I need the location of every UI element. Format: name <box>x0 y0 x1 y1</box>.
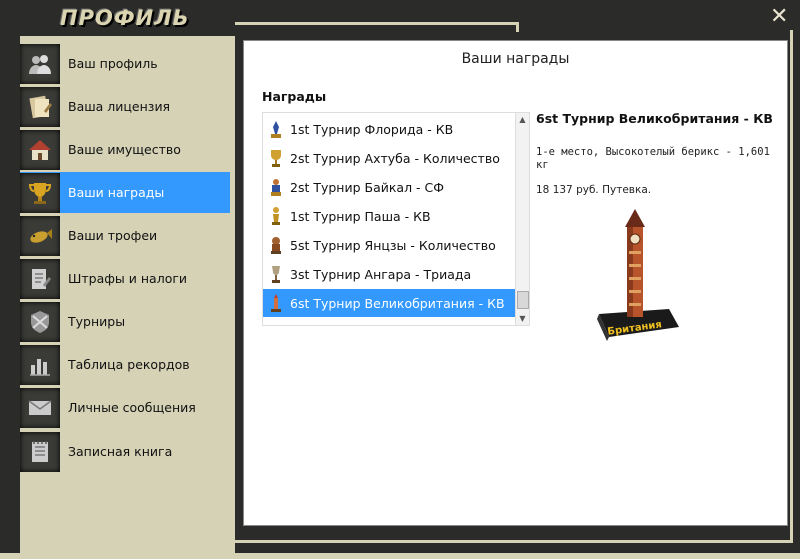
awards-header: Награды <box>262 89 327 104</box>
chart-icon <box>20 344 60 385</box>
frame-line-notch <box>516 22 519 32</box>
profile-window: ПРОФИЛЬ ✕ Ваш профиль Ваша лицензия Ваше… <box>0 0 800 559</box>
goblet-icon <box>272 266 280 283</box>
award-item[interactable]: 2st Турнир Байкал - СФ <box>263 173 516 201</box>
awards-list[interactable]: 1st Турнир Флорида - КВ 2st Турнир Ахтуб… <box>262 112 530 326</box>
award-badge-icon <box>271 121 281 138</box>
sidebar-item-label: Ваше имущество <box>68 142 181 157</box>
frame-line-floor <box>0 553 800 559</box>
award-label: 5st Турнир Янцзы - Количество <box>290 237 496 253</box>
award-label: 2st Турнир Байкал - СФ <box>290 179 445 195</box>
award-detail-description: 1-е место, Высокотелый берикс - 1,601 кг <box>536 146 770 171</box>
award-item[interactable]: 5st Турнир Янцзы - Количество <box>263 231 516 259</box>
sidebar-item-label: Таблица рекордов <box>68 357 190 372</box>
sidebar-item-awards[interactable]: Ваши награды <box>20 172 230 213</box>
notebook-icon <box>20 431 60 472</box>
award-label: 1st Турнир Флорида - КВ <box>290 121 454 137</box>
envelope-icon <box>20 387 60 428</box>
award-label: 6st Турнир Великобритания - КВ <box>290 295 505 311</box>
awards-panel: Ваши награды Награды 1st Турнир Флорида … <box>243 40 788 526</box>
award-label: 3st Турнир Ангара - Триада <box>290 266 472 282</box>
sidebar-item-label: Личные сообщения <box>68 400 196 415</box>
award-item-selected[interactable]: 6st Турнир Великобритания - КВ <box>263 289 516 317</box>
close-icon[interactable]: ✕ <box>770 6 788 28</box>
frame-line-right <box>790 30 793 542</box>
sidebar-item-notebook[interactable]: Записная книга <box>20 431 230 472</box>
award-label: 1st Турнир Паша - КВ <box>290 208 431 224</box>
award-detail-prize: 18 137 руб. Путевка. <box>536 184 652 196</box>
bear-icon <box>271 237 281 254</box>
sidebar-item-fines[interactable]: Штрафы и налоги <box>20 258 230 299</box>
sidebar-item-label: Записная книга <box>68 444 173 459</box>
fish-icon <box>20 215 60 256</box>
trophy-icon <box>20 172 60 213</box>
award-item[interactable]: 2st Турнир Ахтуба - Количество <box>263 144 516 172</box>
cup-icon <box>271 150 281 167</box>
statue-icon <box>271 179 281 196</box>
window-title: ПРОФИЛЬ <box>60 6 190 30</box>
sidebar-item-label: Ваши трофеи <box>68 228 158 243</box>
figure-icon <box>272 207 280 225</box>
award-detail-title: 6st Турнир Великобритания - КВ <box>536 111 773 126</box>
sidebar-item-label: Турниры <box>68 314 126 329</box>
users-icon <box>20 43 60 84</box>
sidebar-item-tournaments[interactable]: Турниры <box>20 301 230 342</box>
sidebar-item-records[interactable]: Таблица рекордов <box>20 344 230 385</box>
big-ben-trophy-image: Британия <box>597 209 679 341</box>
award-item[interactable]: 1st Турнир Паша - КВ <box>263 202 516 230</box>
panel-title: Ваши награды <box>461 51 570 67</box>
sidebar-item-profile[interactable]: Ваш профиль <box>20 43 230 84</box>
award-item[interactable]: 3st Турнир Ангара - Триада <box>263 260 516 288</box>
frame-line-top <box>235 22 518 25</box>
sidebar-item-label: Штрафы и налоги <box>68 271 188 286</box>
fines-icon <box>20 258 60 299</box>
sidebar-item-license[interactable]: Ваша лицензия <box>20 86 230 127</box>
frame-line-bottom <box>235 540 793 543</box>
sidebar-item-label: Ваши награды <box>68 185 165 200</box>
sidebar-item-label: Ваш профиль <box>68 56 158 71</box>
sidebar-item-trophies[interactable]: Ваши трофеи <box>20 215 230 256</box>
house-icon <box>20 129 60 170</box>
sidebar-item-property[interactable]: Ваше имущество <box>20 129 230 170</box>
award-label: 2st Турнир Ахтуба - Количество <box>290 150 500 166</box>
sidebar-item-label: Ваша лицензия <box>68 99 171 114</box>
tournament-icon <box>20 301 60 342</box>
scroll-up-icon[interactable]: ▲ <box>516 113 529 126</box>
tower-icon <box>271 294 281 312</box>
scroll-thumb[interactable] <box>517 291 529 309</box>
sidebar-item-messages[interactable]: Личные сообщения <box>20 387 230 428</box>
scroll-down-icon[interactable]: ▼ <box>516 312 529 325</box>
award-item[interactable]: 1st Турнир Флорида - КВ <box>263 115 516 143</box>
list-scrollbar[interactable]: ▲ ▼ <box>515 113 529 325</box>
license-icon <box>20 86 60 127</box>
